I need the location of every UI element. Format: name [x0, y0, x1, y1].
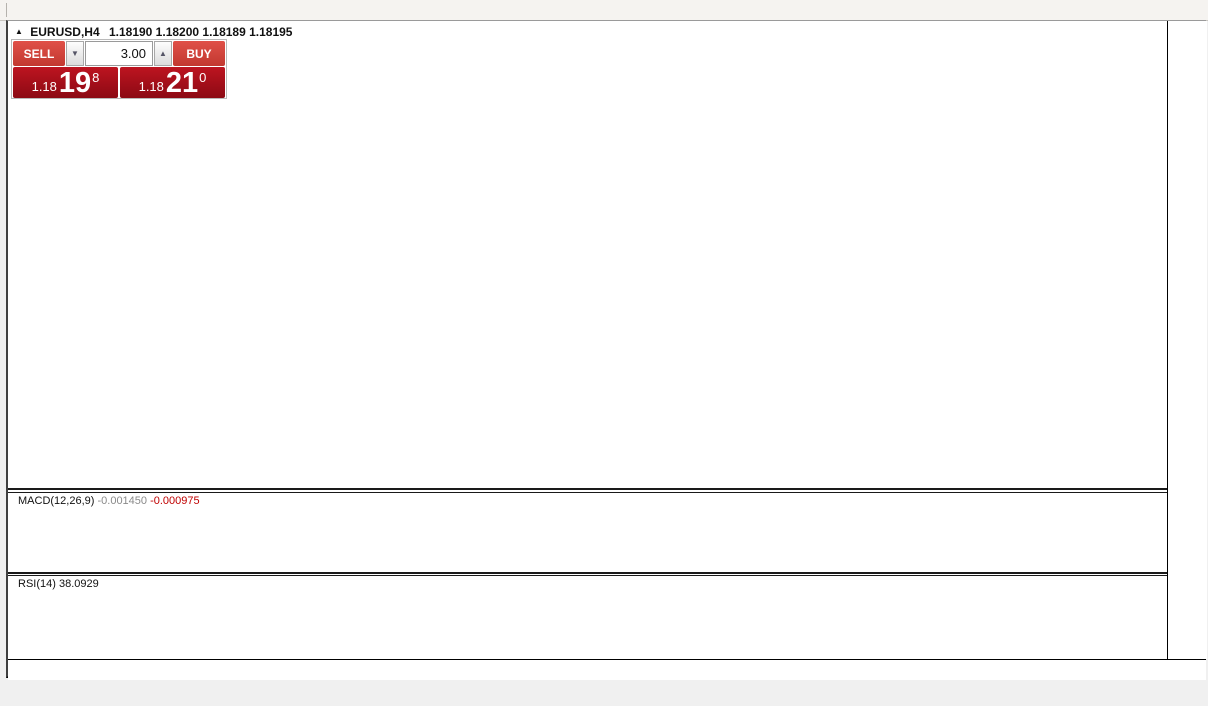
rsi-value: 38.0929 [59, 578, 99, 590]
chart-window: ▲ EURUSD,H4 1.18190 1.18200 1.18189 1.18… [6, 20, 1206, 678]
rsi-indicator-label: RSI(14) 38.0929 [18, 578, 99, 590]
sell-price-handle: 1.18 [32, 79, 57, 94]
chart-symbol: EURUSD,H4 [30, 25, 99, 39]
pane-splitter-rsi[interactable] [8, 572, 1206, 576]
one-click-trading-panel: SELL ▼ 3.00 ▲ BUY 1.18 19 8 1.18 21 0 [11, 39, 227, 99]
buy-price-pips: 21 [166, 70, 198, 97]
timeframe-toolbar [0, 0, 1208, 21]
buy-price-handle: 1.18 [139, 79, 164, 94]
buy-price-display[interactable]: 1.18 21 0 [120, 67, 225, 98]
sell-price-display[interactable]: 1.18 19 8 [13, 67, 118, 98]
sell-price-point: 8 [92, 70, 99, 85]
sell-button[interactable]: SELL [13, 41, 65, 66]
chart-tab-bar [0, 680, 1208, 706]
buy-price-point: 0 [199, 70, 206, 85]
mt4-window: ▲ EURUSD,H4 1.18190 1.18200 1.18189 1.18… [0, 0, 1208, 706]
toolbar-separator [6, 3, 7, 17]
volume-decrease-button[interactable]: ▼ [66, 41, 84, 66]
triangle-up-icon: ▲ [159, 49, 167, 58]
collapse-triangle-icon[interactable]: ▲ [15, 27, 23, 36]
sell-price-pips: 19 [59, 70, 91, 97]
pane-splitter-macd[interactable] [8, 488, 1206, 493]
macd-indicator-label: MACD(12,26,9) -0.001450 -0.000975 [18, 495, 200, 507]
price-axis[interactable] [1167, 21, 1207, 659]
chart-title: ▲ EURUSD,H4 1.18190 1.18200 1.18189 1.18… [15, 25, 292, 39]
volume-increase-button[interactable]: ▲ [154, 41, 172, 66]
time-axis[interactable] [8, 659, 1206, 680]
buy-button[interactable]: BUY [173, 41, 225, 66]
triangle-down-icon: ▼ [71, 49, 79, 58]
macd-signal-value: -0.000975 [150, 495, 200, 507]
macd-main-value: -0.001450 [97, 495, 147, 507]
volume-input[interactable]: 3.00 [85, 41, 153, 66]
chart-plot-canvas[interactable] [8, 21, 1206, 659]
chart-ohlc: 1.18190 1.18200 1.18189 1.18195 [109, 25, 293, 39]
